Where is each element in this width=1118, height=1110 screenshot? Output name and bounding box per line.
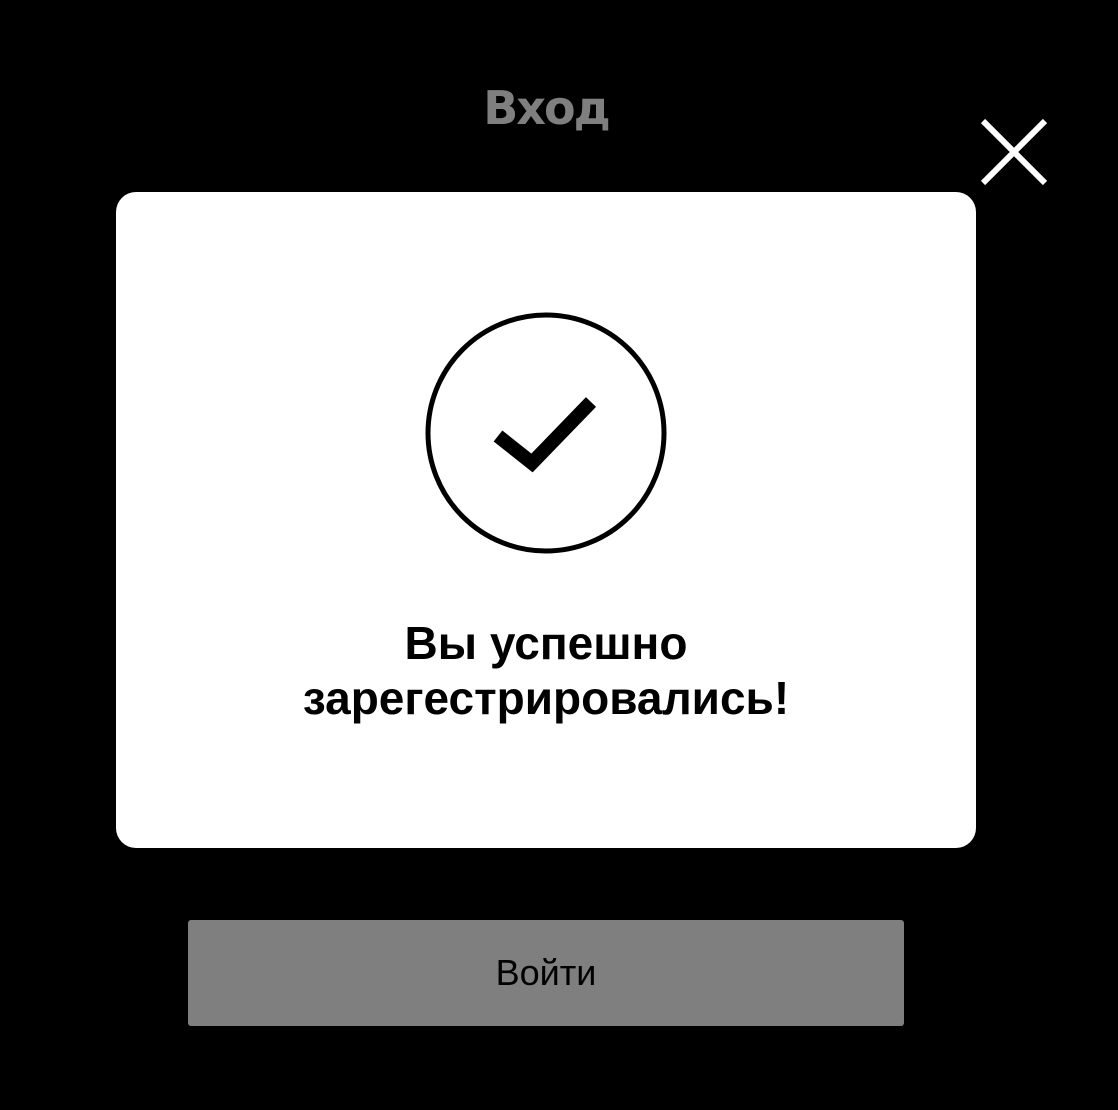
close-button[interactable] (974, 112, 1054, 192)
page-title: Вход (483, 81, 611, 135)
checkmark-circle-icon (425, 312, 667, 554)
success-message-line2: зарегестрировались! (302, 672, 790, 724)
login-button[interactable]: Войти (188, 920, 904, 1026)
success-dialog: Вы успешно зарегестрировались! (116, 192, 976, 848)
close-icon (980, 118, 1048, 186)
success-message: Вы успешно зарегестрировались! (116, 616, 976, 726)
success-message-line1: Вы успешно (404, 617, 688, 669)
